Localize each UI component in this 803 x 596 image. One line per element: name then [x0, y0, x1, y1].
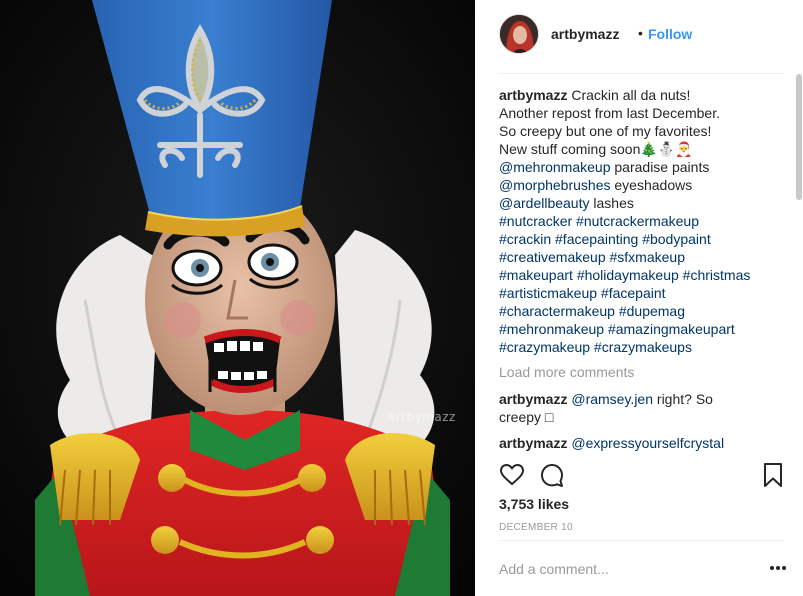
comment-username[interactable]: artbymazz: [499, 391, 567, 407]
mention-link[interactable]: @ramsey.jen: [571, 391, 653, 407]
add-comment-input[interactable]: [499, 560, 749, 578]
likes-count[interactable]: 3,753 likes: [499, 496, 569, 512]
footer-divider: [499, 540, 784, 541]
mention-link[interactable]: @expressyourselfcrystal: [571, 435, 724, 451]
hashtag-line[interactable]: #charactermakeup #dupemag: [499, 302, 784, 320]
comment-line: artbymazz @expressyourselfcrystal: [499, 434, 784, 452]
comment-username[interactable]: artbymazz: [499, 435, 567, 451]
credit-text: paradise paints: [610, 159, 710, 175]
header-username[interactable]: artbymazz: [551, 26, 619, 42]
load-more-comments-button[interactable]: Load more comments: [499, 362, 784, 382]
post-actions: [499, 462, 784, 488]
caption-line: So creepy but one of my favorites!: [499, 123, 712, 139]
comment-text-line2: creepy □: [499, 409, 554, 425]
credit-line: @ardellbeauty lashes: [499, 194, 784, 212]
hashtag-line[interactable]: #makeupart #holidaymakeup #christmas: [499, 266, 784, 284]
mention-link[interactable]: @morphebrushes: [499, 177, 611, 193]
comment-item: artbymazz @ramsey.jen right? So creepy □: [499, 390, 784, 426]
comment-text: right? So: [653, 391, 713, 407]
hashtag-line[interactable]: #crazymakeup #crazymakeups: [499, 338, 784, 356]
caption-text: Crackin all da nuts!: [571, 87, 691, 103]
header-divider: [499, 73, 784, 74]
credit-text: lashes: [589, 195, 634, 211]
post-caption: artbymazz Crackin all da nuts! Another r…: [499, 86, 784, 356]
hashtag-line[interactable]: #nutcracker #nutcrackermakeup: [499, 212, 784, 230]
comment-item: artbymazz @expressyourselfcrystal: [499, 434, 784, 452]
avatar-image-icon: [500, 15, 538, 53]
hashtag-line[interactable]: #artisticmakeup #facepaint: [499, 284, 784, 302]
credit-line: @mehronmakeup paradise paints: [499, 158, 784, 176]
post-side-panel: artbymazz • Follow artbymazz Crackin all…: [475, 0, 803, 596]
comment-line: artbymazz @ramsey.jen right? So: [499, 390, 784, 408]
caption-line: artbymazz Crackin all da nuts!: [499, 86, 784, 104]
post-date: DECEMBER 10: [499, 522, 573, 533]
mention-link[interactable]: @ardellbeauty: [499, 195, 590, 211]
instagram-post: artbymazz artbymazz • Follow artbymazz C…: [0, 0, 803, 596]
comments-scrollbar[interactable]: [796, 74, 802, 200]
hashtag-line[interactable]: #creativemakeup #sfxmakeup: [499, 248, 784, 266]
caption-line: Another repost from last December.: [499, 105, 720, 121]
post-photo[interactable]: artbymazz: [0, 0, 475, 596]
speech-bubble-icon[interactable]: [539, 462, 565, 488]
post-header: artbymazz • Follow: [475, 0, 803, 72]
follow-button[interactable]: Follow: [648, 26, 692, 42]
avatar[interactable]: [499, 14, 539, 54]
credit-line: @morphebrushes eyeshadows: [499, 176, 784, 194]
hashtag-line[interactable]: #crackin #facepainting #bodypaint: [499, 230, 784, 248]
mention-link[interactable]: @mehronmakeup: [499, 159, 611, 175]
caption-username[interactable]: artbymazz: [499, 87, 567, 103]
caption-line: New stuff coming soon🎄⛄🎅: [499, 141, 693, 157]
header-separator: •: [638, 25, 643, 41]
nutcracker-makeup-illustration: [0, 0, 475, 596]
more-options-icon[interactable]: [768, 560, 788, 576]
comments-list: artbymazz Crackin all da nuts! Another r…: [499, 86, 784, 452]
hashtag-line[interactable]: #mehronmakeup #amazingmakeupart: [499, 320, 784, 338]
credit-text: eyeshadows: [610, 177, 693, 193]
bookmark-icon[interactable]: [762, 462, 784, 488]
watermark-text: artbymazz: [388, 410, 456, 424]
heart-icon[interactable]: [499, 462, 525, 488]
